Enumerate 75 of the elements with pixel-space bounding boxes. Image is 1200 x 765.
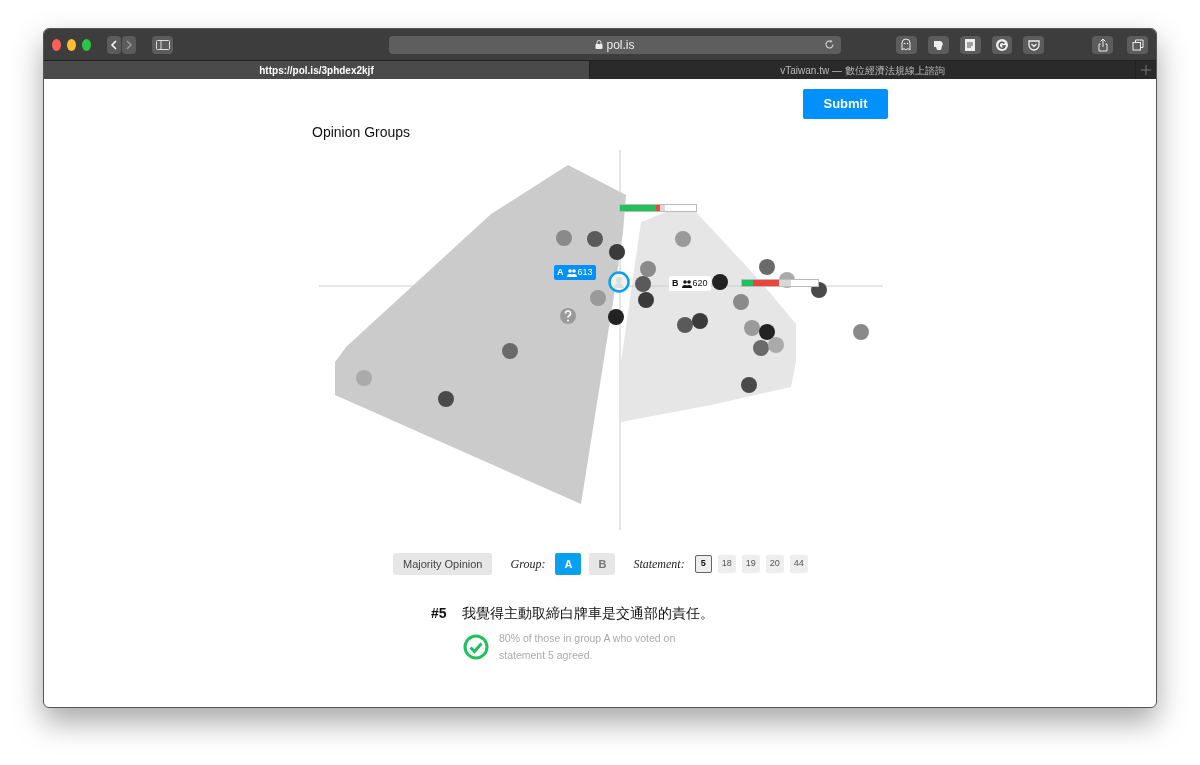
letter-g-circle-icon (995, 37, 1009, 52)
statement-label-text: Statement: (633, 556, 685, 573)
tabs-overview-button[interactable] (1127, 35, 1148, 54)
group-label-text: Group: (510, 556, 546, 573)
result-text: 80% of those in group A who voted on statement 5 agreed. (499, 631, 677, 663)
extension-button[interactable] (896, 35, 917, 54)
avatar-circle (638, 292, 654, 308)
statement-button[interactable]: 19 (741, 555, 760, 573)
sidebar-button[interactable] (152, 35, 173, 54)
extension-button[interactable] (1023, 35, 1045, 54)
group-button[interactable]: B (589, 553, 616, 575)
tabs-icon (1131, 38, 1144, 51)
statement-button[interactable]: 44 (789, 555, 808, 573)
group-letter: A (557, 265, 564, 279)
avatar-circle (587, 231, 603, 247)
back-button[interactable] (106, 35, 121, 54)
plus-icon[interactable] (1141, 65, 1151, 75)
window-control-icon[interactable] (66, 38, 76, 51)
statement-button[interactable]: 18 (717, 555, 736, 573)
document-icon (963, 37, 978, 52)
your-position-icon (608, 271, 630, 293)
browser-tab[interactable]: vTaiwan.tw — 數位經濟法規線上諮詢 (590, 61, 1136, 79)
avatar-circle (753, 340, 769, 356)
majority-opinion-button[interactable]: Majority Opinion (393, 553, 493, 575)
reload-icon[interactable] (824, 38, 835, 50)
extension-button[interactable] (927, 35, 949, 54)
address-bar[interactable]: pol.is (389, 35, 841, 54)
statement-number: #5 (431, 604, 448, 623)
avatar-circle (677, 317, 693, 333)
avatar-circle (635, 276, 651, 292)
avatar-circle (608, 309, 624, 325)
extension-button[interactable] (991, 35, 1013, 54)
window-control-icon[interactable] (52, 38, 61, 51)
avatar-circle (768, 337, 784, 353)
chart-title: Opinion Groups (312, 123, 412, 142)
avatar-circle (356, 370, 372, 386)
sidebar-icon (155, 39, 170, 50)
statement-button[interactable]: 5 (694, 555, 712, 573)
avatar-circle (759, 259, 775, 275)
avatar-circle (744, 320, 760, 336)
chevron-right-icon (125, 39, 134, 50)
avatar-circle (502, 343, 518, 359)
pocket-icon (1026, 37, 1041, 52)
avatar-circle (675, 231, 691, 247)
avatar-circle (609, 244, 625, 260)
chevron-left-icon (109, 39, 118, 50)
group-letter: B (672, 276, 679, 290)
avatar-circle (692, 313, 708, 329)
statement-button[interactable]: 20 (765, 555, 784, 573)
member-count: 620 (692, 276, 708, 290)
statement-text: 我覺得主動取締白牌車是交通部的責任。 (462, 604, 714, 623)
people-icon (566, 267, 577, 278)
avatar-circle (556, 230, 572, 246)
check-circle-icon (463, 634, 489, 660)
avatar-circle (438, 391, 454, 407)
share-button[interactable] (1092, 35, 1114, 54)
people-icon (681, 278, 692, 289)
ghost-icon (899, 37, 914, 52)
extension-button[interactable] (959, 35, 981, 54)
avatar-circle (741, 377, 757, 393)
avatar-circle (733, 294, 749, 310)
group-label[interactable]: B 620 (669, 276, 711, 291)
lock-icon (595, 40, 604, 49)
avatar-circle (712, 274, 728, 290)
avatar-circle (640, 261, 656, 277)
avatar-circle (759, 324, 775, 340)
url-text: pol.is (606, 36, 635, 54)
avatar-circle (853, 324, 869, 340)
unknown-avatar-icon (560, 308, 576, 324)
avatar-circle (590, 290, 606, 306)
member-count: 613 (577, 265, 593, 279)
share-icon (1096, 37, 1109, 52)
forward-button[interactable] (121, 35, 137, 54)
browser-tab[interactable]: https://pol.is/3phdex2kjf (44, 61, 590, 79)
window-control-icon[interactable] (81, 38, 91, 51)
